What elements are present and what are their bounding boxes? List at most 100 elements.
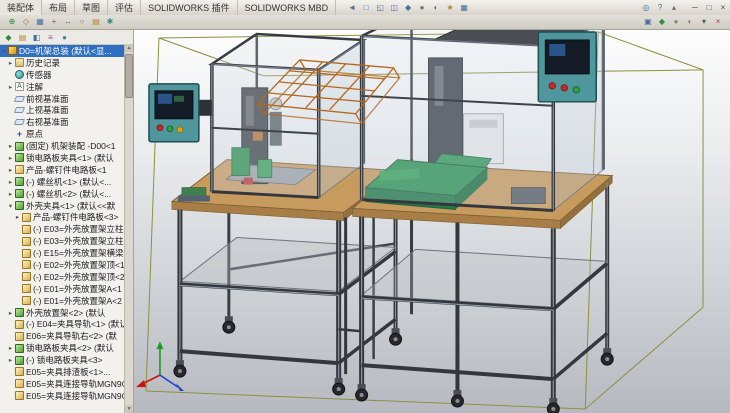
task-close-icon[interactable]: × xyxy=(712,17,724,28)
command-tabs: 装配体 布局 草图 评估 SOLIDWORKS 插件 SOLIDWORKS MB… xyxy=(0,0,336,15)
tree-item[interactable]: (-) E01=外壳放置架A<1 xyxy=(0,283,125,295)
search-icon[interactable]: ◎ xyxy=(640,2,652,13)
document-icon[interactable]: ▣ xyxy=(642,17,654,28)
expand-arrow-icon[interactable]: ▸ xyxy=(14,213,21,221)
tree-item[interactable]: (-) E04=夹具导轨<1> (默认 xyxy=(0,318,125,330)
tree-item[interactable]: E05=夹具排渣板<1>... xyxy=(0,366,125,378)
tree-item[interactable]: ▾ D0=机架总装 (默认<显... xyxy=(0,45,125,57)
tab-layout[interactable]: 布局 xyxy=(42,0,75,15)
scroll-down-icon[interactable]: ▼ xyxy=(125,405,133,413)
tree-scrollbar[interactable]: ▲ ▼ xyxy=(124,44,133,413)
control-panel-left[interactable] xyxy=(149,84,199,142)
exploded-view-icon[interactable]: ✱ xyxy=(104,17,116,28)
tree-item[interactable]: ▾ 外壳夹具<1> (默认<<默 xyxy=(0,200,125,212)
tree-item[interactable]: ▸ 历史记录 xyxy=(0,57,125,69)
tree-item[interactable]: ▸ 产品-螺钉件电路板<3> xyxy=(0,211,125,223)
tree-item[interactable]: ▸ 锁电路板夹具<1> (默认 xyxy=(0,152,125,164)
tab-evaluate[interactable]: 评估 xyxy=(108,0,141,15)
dimxpert-tab-icon[interactable]: ≡ xyxy=(45,32,56,43)
tree-item[interactable]: ▸ 锁电路板夹具<2> (默认 xyxy=(0,342,125,354)
displaymanager-tab-icon[interactable]: ● xyxy=(59,32,70,43)
appearance-icon[interactable]: ★ xyxy=(444,2,456,13)
tree-item[interactable]: (-) E15=外壳放置架横梁<1 xyxy=(0,247,125,259)
tree-item[interactable]: ▸ 产品-螺钉件电路板<1 xyxy=(0,164,125,176)
mate-icon[interactable]: ◇ xyxy=(20,17,32,28)
expand-arrow-icon[interactable]: ▸ xyxy=(7,166,14,174)
tree-item[interactable]: (-) E01=外壳放置架A<2 xyxy=(0,295,125,307)
minimize-button[interactable]: ─ xyxy=(688,0,702,15)
tree-item[interactable]: 右视基准面 xyxy=(0,116,125,128)
scroll-up-icon[interactable]: ▲ xyxy=(125,44,133,52)
rebuild-icon[interactable]: ◆ xyxy=(656,17,668,28)
expand-arrow-icon[interactable]: ▸ xyxy=(7,309,14,317)
tree-item[interactable]: ▸ (-) 锁电路板夹具<3> xyxy=(0,354,125,366)
tree-item[interactable]: ▸ 外壳放置架<2> (默认 xyxy=(0,307,125,319)
feature-tree: ▾ D0=机架总装 (默认<显... ▸ 历史记录 传感器 ▸ xyxy=(0,45,133,413)
render-icon[interactable]: ◐ xyxy=(684,17,696,28)
display-style-icon[interactable]: ● xyxy=(416,2,428,13)
tree-item[interactable]: 前视基准面 xyxy=(0,93,125,105)
insert-component-icon[interactable]: ⊕ xyxy=(6,17,18,28)
tab-sketch[interactable]: 草图 xyxy=(75,0,108,15)
tree-item[interactable]: (-) E03=外壳放置架立柱 xyxy=(0,223,125,235)
expand-arrow-icon[interactable]: ▾ xyxy=(7,202,14,210)
tree-item[interactable]: (-) E02=外壳放置架顶<2 xyxy=(0,271,125,283)
tree-item[interactable]: E05=夹具连接导轨MGN9CZ0 xyxy=(0,378,125,390)
tree-item[interactable]: 传感器 xyxy=(0,69,125,81)
tab-solidworks-addins[interactable]: SOLIDWORKS 插件 xyxy=(141,0,238,15)
tree-item[interactable]: (-) E03=外壳放置架立柱 xyxy=(0,235,125,247)
expand-arrow-icon[interactable]: ▾ xyxy=(0,47,7,55)
heads-up-view-toolbar: ◄□◱◫◆●◐★▦ xyxy=(342,2,474,13)
control-panel-right[interactable] xyxy=(538,32,596,102)
toolbar-left-icons: ⊕◇▦+↔○▤✱ xyxy=(2,17,120,28)
tree-item[interactable]: E05=夹具连接导轨MGN9CZ0 xyxy=(0,390,125,402)
expand-arrow-icon[interactable]: ▸ xyxy=(7,154,14,162)
subassembly-icon xyxy=(15,201,24,210)
expand-arrow-icon[interactable]: ▸ xyxy=(7,142,14,150)
previous-view-icon[interactable]: ◄ xyxy=(346,2,358,13)
tree-item[interactable]: (-) E02=外壳放置架顶<1 xyxy=(0,259,125,271)
featuremanager-tab-icon[interactable]: ◆ xyxy=(3,32,14,43)
tab-assembly[interactable]: 装配体 xyxy=(0,0,42,15)
tree-item[interactable]: E06=夹具导轨右<2> (默 xyxy=(0,330,125,342)
settings-icon[interactable]: ● xyxy=(670,17,682,28)
tree-item-label: 锁电路板夹具<1> (默认 xyxy=(26,152,114,164)
expand-arrow-icon[interactable]: ▸ xyxy=(7,344,14,352)
tree-item[interactable]: ▸ 注解 xyxy=(0,81,125,93)
show-hidden-icon[interactable]: ○ xyxy=(76,17,88,28)
propertymanager-tab-icon[interactable]: ▤ xyxy=(17,32,28,43)
tree-item[interactable]: ▸ (-) 螺丝机<2> (默认<... xyxy=(0,188,125,200)
expand-arrow-icon[interactable]: ▸ xyxy=(7,356,14,364)
expand-arrow-icon[interactable]: ▸ xyxy=(7,83,14,91)
collapse-ribbon-icon[interactable]: ▴ xyxy=(668,2,680,13)
tree-item[interactable]: 原点 xyxy=(0,128,125,140)
expand-arrow-icon[interactable]: ▸ xyxy=(7,190,14,198)
help-icon[interactable]: ? xyxy=(654,2,666,13)
subassembly-icon xyxy=(15,308,24,317)
tree-item[interactable]: ▸ (-) 螺丝机<1> (默认<... xyxy=(0,176,125,188)
tree-item-label: (-) E03=外壳放置架立柱 xyxy=(33,235,123,247)
scrollbar-thumb[interactable] xyxy=(125,54,133,98)
viewport-canvas[interactable] xyxy=(134,30,730,413)
front-plane-icon xyxy=(14,96,25,102)
close-button[interactable]: × xyxy=(716,0,730,15)
smart-fasteners-icon[interactable]: + xyxy=(48,17,60,28)
section-view-icon[interactable]: ◫ xyxy=(388,2,400,13)
configurationmanager-tab-icon[interactable]: ◧ xyxy=(31,32,42,43)
graphics-viewport[interactable] xyxy=(134,30,730,413)
view-orientation-icon[interactable]: ◆ xyxy=(402,2,414,13)
zoom-fit-icon[interactable]: □ xyxy=(360,2,372,13)
scene-icon[interactable]: ▦ xyxy=(458,2,470,13)
hide-show-icon[interactable]: ◐ xyxy=(430,2,442,13)
tree-item[interactable]: 上视基准面 xyxy=(0,104,125,116)
tree-item[interactable]: ▸ (固定) 机架装配 -D00<1 xyxy=(0,140,125,152)
linear-pattern-icon[interactable]: ▦ xyxy=(34,17,46,28)
zoom-area-icon[interactable]: ◱ xyxy=(374,2,386,13)
assembly-features-icon[interactable]: ▤ xyxy=(90,17,102,28)
restore-button[interactable]: □ xyxy=(702,0,716,15)
move-component-icon[interactable]: ↔ xyxy=(62,17,74,28)
tab-solidworks-mbd[interactable]: SOLIDWORKS MBD xyxy=(238,0,337,15)
expand-arrow-icon[interactable]: ▸ xyxy=(7,59,14,67)
expand-arrow-icon[interactable]: ▸ xyxy=(7,178,14,186)
dropdown-icon[interactable]: ▾ xyxy=(698,17,710,28)
